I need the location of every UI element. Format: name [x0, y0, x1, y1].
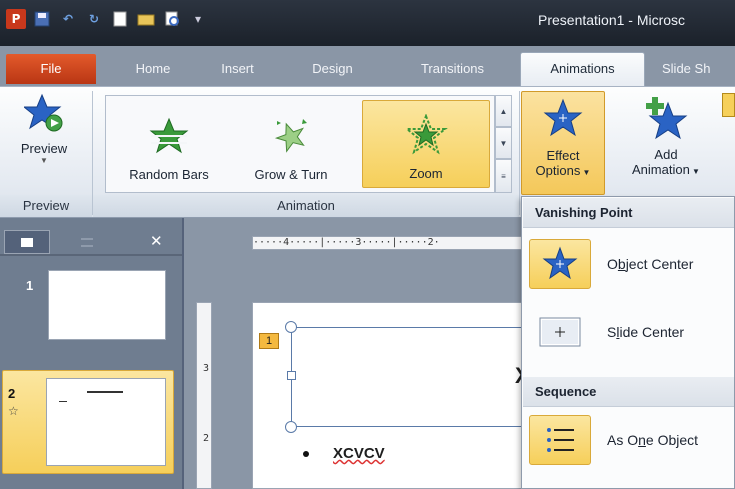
add-animation-label-row: Animation ▼ [632, 162, 700, 177]
zoom-icon [404, 114, 448, 155]
gallery-scroll-up[interactable]: ▲ [495, 95, 512, 127]
gallery-item-grow-turn[interactable]: Grow & Turn [236, 100, 346, 188]
preview-button[interactable]: Preview ▼ [4, 91, 84, 165]
window-title: Presentation1 - Microsc [538, 12, 686, 28]
save-icon[interactable] [32, 9, 52, 29]
slide-center-icon [529, 307, 591, 357]
open-folder-icon[interactable] [136, 9, 156, 29]
add-animation-label-1: Add [654, 147, 678, 162]
menu-item-slide-center[interactable]: Slide Center [523, 301, 734, 363]
as-one-object-icon [529, 415, 591, 465]
tab-insert[interactable]: Insert [205, 54, 270, 84]
group-divider [519, 91, 520, 215]
pane-tabs: ✕ [0, 230, 183, 254]
horizontal-ruler: ·····4·····|·····3·····|·····2· [252, 236, 522, 250]
tab-outline[interactable] [64, 230, 110, 254]
ruler-tick: 2 [203, 433, 210, 444]
preview-star-icon [24, 93, 63, 132]
group-label-animation: Animation [93, 195, 519, 217]
tab-file[interactable]: File [6, 54, 96, 84]
redo-icon[interactable]: ↻ [84, 9, 104, 29]
tab-transitions[interactable]: Transitions [400, 54, 505, 84]
slides-pane: ✕ 1 2 ☆ [0, 218, 184, 489]
thumb-bullet-line [59, 401, 67, 402]
resize-handle[interactable] [287, 371, 296, 380]
group-label-preview: Preview [0, 195, 92, 217]
preview-label: Preview [20, 141, 68, 156]
ruler-tick: 3 [203, 363, 210, 374]
quick-access-toolbar: P ↶ ↻ ▾ [6, 8, 214, 30]
tab-slide-show[interactable]: Slide Sh [662, 54, 735, 84]
animation-star-icon: ☆ [8, 404, 19, 418]
gallery-item-random-bars[interactable]: Random Bars [114, 100, 224, 188]
menu-item-label: Slide Center [607, 324, 685, 340]
gallery-item-label: Random Bars [129, 167, 209, 182]
resize-handle[interactable] [285, 421, 297, 433]
pane-divider [0, 254, 183, 256]
add-animation-button[interactable]: Add Animation ▼ [616, 91, 716, 177]
thumb-title-line [87, 391, 123, 393]
menu-header-vanishing-point: Vanishing Point [523, 198, 734, 228]
animation-pane-icon[interactable] [722, 93, 735, 117]
gallery-more-button[interactable]: ≡ [495, 159, 512, 193]
slide-number: 2 [8, 386, 16, 401]
undo-icon[interactable]: ↶ [58, 9, 78, 29]
slide-thumbnail-1[interactable] [48, 270, 166, 340]
bullet-dot [303, 451, 309, 457]
effect-options-label-2: Options [535, 163, 581, 178]
random-bars-icon [149, 117, 189, 154]
add-animation-icon [646, 97, 688, 140]
gallery-item-label: Zoom [409, 166, 443, 181]
tab-home[interactable]: Home [118, 54, 188, 84]
menu-header-sequence: Sequence [523, 377, 734, 407]
gallery-item-label: Grow & Turn [254, 167, 328, 182]
tab-slides[interactable] [4, 230, 50, 254]
menu-item-label: Object Center [607, 256, 694, 272]
tab-animations[interactable]: Animations [520, 52, 645, 86]
customize-toolbar-icon[interactable]: ▾ [188, 9, 208, 29]
gallery-item-zoom[interactable]: Zoom [362, 100, 490, 188]
menu-item-as-one-object[interactable]: As One Object [523, 409, 734, 471]
menu-item-object-center[interactable]: Object Center [523, 233, 734, 295]
print-preview-icon[interactable] [162, 9, 182, 29]
pane-splitter[interactable] [182, 218, 184, 489]
ribbon-tabs: File Home Insert Design Transitions Anim… [0, 46, 735, 86]
chevron-down-icon: ▼ [689, 167, 700, 176]
add-animation-label-2: Animation [632, 162, 690, 177]
animation-tag[interactable]: 1 [259, 333, 279, 349]
gallery-scroll-down[interactable]: ▼ [495, 127, 512, 159]
new-file-icon[interactable] [110, 9, 130, 29]
vertical-ruler: 3 2 [196, 302, 212, 489]
outline-tab-icon [81, 237, 93, 247]
animation-gallery: Random Bars Grow & Turn Zoom [105, 95, 495, 193]
bullet-text: XCVCV [333, 445, 385, 462]
chevron-down-icon: ▼ [40, 156, 48, 165]
effect-options-button[interactable]: Effect Options ▼ [521, 91, 605, 195]
tab-design[interactable]: Design [295, 54, 370, 84]
effect-options-label-row: Options ▼ [536, 163, 591, 178]
powerpoint-logo-icon[interactable]: P [6, 9, 26, 29]
grow-turn-icon [274, 119, 307, 153]
title-bar: P ↶ ↻ ▾ Presentation1 - Microsc [0, 0, 735, 46]
close-icon[interactable]: ✕ [150, 232, 163, 250]
effect-options-star-icon [543, 98, 583, 137]
slide-number: 1 [26, 278, 34, 293]
resize-handle[interactable] [285, 321, 297, 333]
object-center-icon [529, 239, 591, 289]
slide-thumbnail-2[interactable] [46, 378, 166, 466]
chevron-down-icon: ▼ [580, 168, 591, 177]
effect-options-menu: Vanishing Point Object Center Slide Cent… [521, 196, 735, 489]
slides-tab-icon [21, 237, 33, 247]
effect-options-label-1: Effect [546, 148, 580, 163]
menu-item-label: As One Object [607, 432, 699, 448]
